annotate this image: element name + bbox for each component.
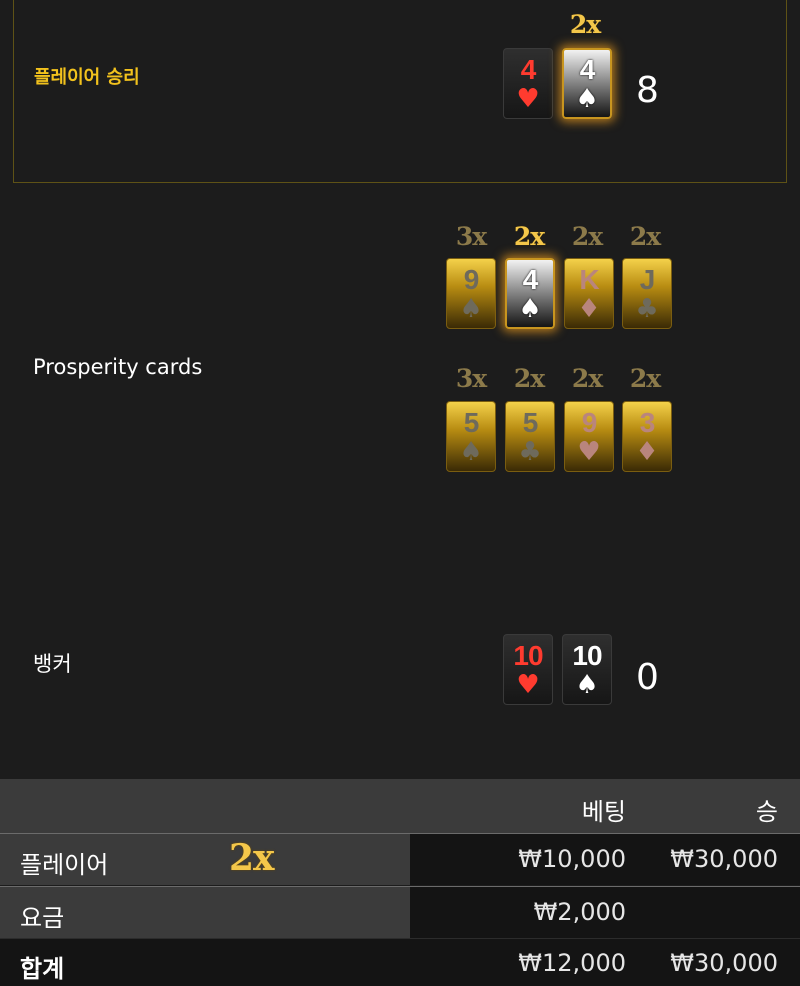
row-values-cell: ₩2,000 xyxy=(410,887,800,938)
prosperity-card: 9 ♠ xyxy=(446,258,496,329)
prosperity-card-highlighted: 4 ♠ xyxy=(505,258,555,329)
win-amount: ₩30,000 xyxy=(670,845,778,873)
multiplier-badge: 2x xyxy=(229,837,275,879)
bet-amount: ₩12,000 xyxy=(518,949,626,977)
prosperity-card: 5 ♠ xyxy=(446,401,496,472)
prosperity-multiplier: 2x xyxy=(571,364,603,393)
table-row-total: 합계 ₩12,000 ₩30,000 xyxy=(0,938,800,986)
prosperity-card: J ♣ xyxy=(622,258,672,329)
prosperity-card: 9 ♥ xyxy=(564,401,614,472)
prosperity-card: 5 ♣ xyxy=(505,401,555,472)
row-label: 플레이어 xyxy=(20,851,109,879)
heart-suit-icon: ♥ xyxy=(577,436,601,467)
card-rank: 10 xyxy=(572,639,602,671)
row-label: 합계 xyxy=(20,955,65,983)
club-suit-icon: ♣ xyxy=(518,436,542,467)
prosperity-multiplier: 2x xyxy=(629,364,661,393)
player-score: 8 xyxy=(636,70,659,111)
card-rank: 4 xyxy=(579,53,596,85)
card-rank: 9 xyxy=(463,263,480,295)
banker-label: 뱅커 xyxy=(33,652,72,676)
win-amount: ₩30,000 xyxy=(670,949,778,977)
player-card-1: 4 ♥ xyxy=(503,48,553,119)
header-bet: 베팅 xyxy=(581,798,626,826)
table-header: 베팅 승 xyxy=(0,779,800,833)
card-rank: 9 xyxy=(581,406,598,438)
spade-suit-icon: ♠ xyxy=(518,293,542,324)
card-rank: J xyxy=(639,263,656,295)
card-rank: K xyxy=(579,263,599,295)
card-rank: 10 xyxy=(513,639,543,671)
prosperity-multiplier: 2x xyxy=(571,222,603,251)
spade-suit-icon: ♠ xyxy=(575,669,599,700)
diamond-suit-icon: ♦ xyxy=(635,436,659,467)
row-label-cell: 요금 xyxy=(0,887,410,938)
prosperity-card: K ♦ xyxy=(564,258,614,329)
spade-suit-icon: ♠ xyxy=(575,83,599,114)
row-label: 요금 xyxy=(20,904,65,932)
prosperity-multiplier: 3x xyxy=(455,222,487,251)
club-suit-icon: ♣ xyxy=(635,293,659,324)
prosperity-multiplier: 2x xyxy=(513,364,545,393)
heart-suit-icon: ♥ xyxy=(516,83,540,114)
prosperity-card: 3 ♦ xyxy=(622,401,672,472)
table-row: 플레이어 2x ₩10,000 ₩30,000 xyxy=(0,833,800,885)
player-result-box xyxy=(13,0,787,183)
bet-amount: ₩2,000 xyxy=(533,898,626,926)
spade-suit-icon: ♠ xyxy=(459,293,483,324)
prosperity-label: Prosperity cards xyxy=(33,355,203,379)
diamond-suit-icon: ♦ xyxy=(577,293,601,324)
card-rank: 5 xyxy=(463,406,480,438)
prosperity-multiplier: 3x xyxy=(455,364,487,393)
banker-score: 0 xyxy=(636,657,659,698)
table-row: 요금 ₩2,000 xyxy=(0,886,800,938)
row-values-cell: ₩12,000 ₩30,000 xyxy=(410,939,800,986)
banker-card-1: 10 ♥ xyxy=(503,634,553,705)
prosperity-multiplier: 2x xyxy=(629,222,661,251)
row-values-cell: ₩10,000 ₩30,000 xyxy=(410,834,800,885)
card-rank: 3 xyxy=(639,406,656,438)
player-card-2: 4 ♠ xyxy=(562,48,612,119)
header-win: 승 xyxy=(755,798,778,826)
heart-suit-icon: ♥ xyxy=(516,669,540,700)
card-rank: 4 xyxy=(520,53,537,85)
player-card-multiplier: 2x xyxy=(569,10,601,39)
row-label-cell: 합계 xyxy=(0,939,410,986)
prosperity-multiplier: 2x xyxy=(513,222,545,251)
spade-suit-icon: ♠ xyxy=(459,436,483,467)
card-rank: 4 xyxy=(522,263,539,295)
card-rank: 5 xyxy=(522,406,539,438)
player-win-label: 플레이어 승리 xyxy=(34,67,140,88)
row-label-cell: 플레이어 2x xyxy=(0,834,410,885)
bet-amount: ₩10,000 xyxy=(518,845,626,873)
bet-summary-table: 베팅 승 플레이어 2x ₩10,000 ₩30,000 요금 ₩2,000 합… xyxy=(0,779,800,986)
banker-card-2: 10 ♠ xyxy=(562,634,612,705)
